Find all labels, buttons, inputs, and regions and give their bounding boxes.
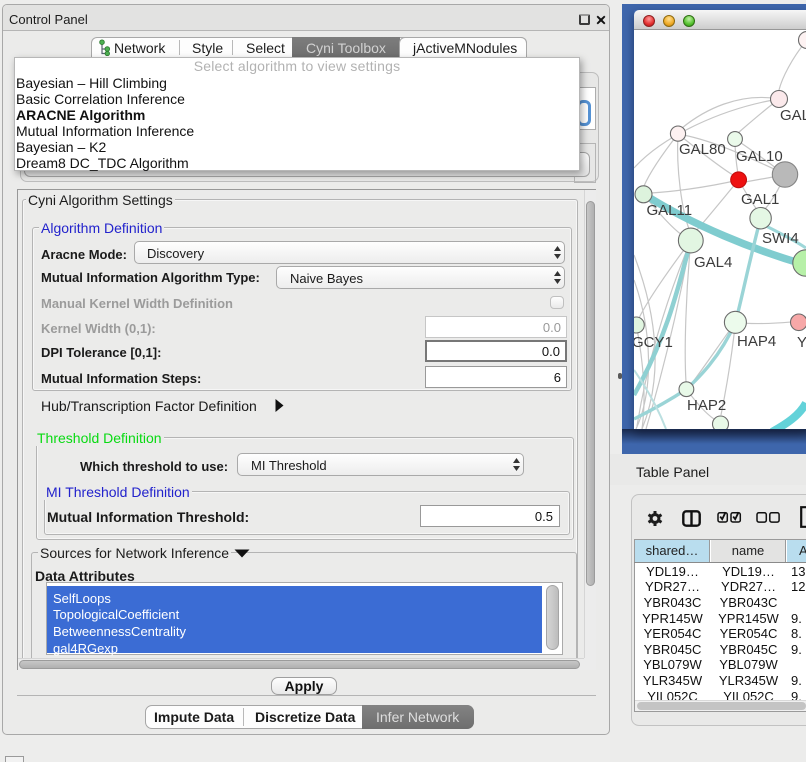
svg-text:GCY1: GCY1 bbox=[634, 334, 673, 351]
svg-text:YJ: YJ bbox=[797, 334, 806, 351]
svg-text:GAL1: GAL1 bbox=[741, 191, 779, 208]
svg-text:HAP2: HAP2 bbox=[687, 397, 726, 414]
svg-text:GAL80: GAL80 bbox=[679, 141, 726, 158]
svg-text:GAL4: GAL4 bbox=[694, 254, 732, 271]
svg-text:GAL10: GAL10 bbox=[736, 148, 783, 165]
svg-text:GAL11: GAL11 bbox=[647, 202, 693, 219]
svg-text:HAP4: HAP4 bbox=[737, 333, 776, 350]
svg-text:GAL2: GAL2 bbox=[780, 107, 806, 124]
svg-text:SWI4: SWI4 bbox=[762, 230, 799, 247]
